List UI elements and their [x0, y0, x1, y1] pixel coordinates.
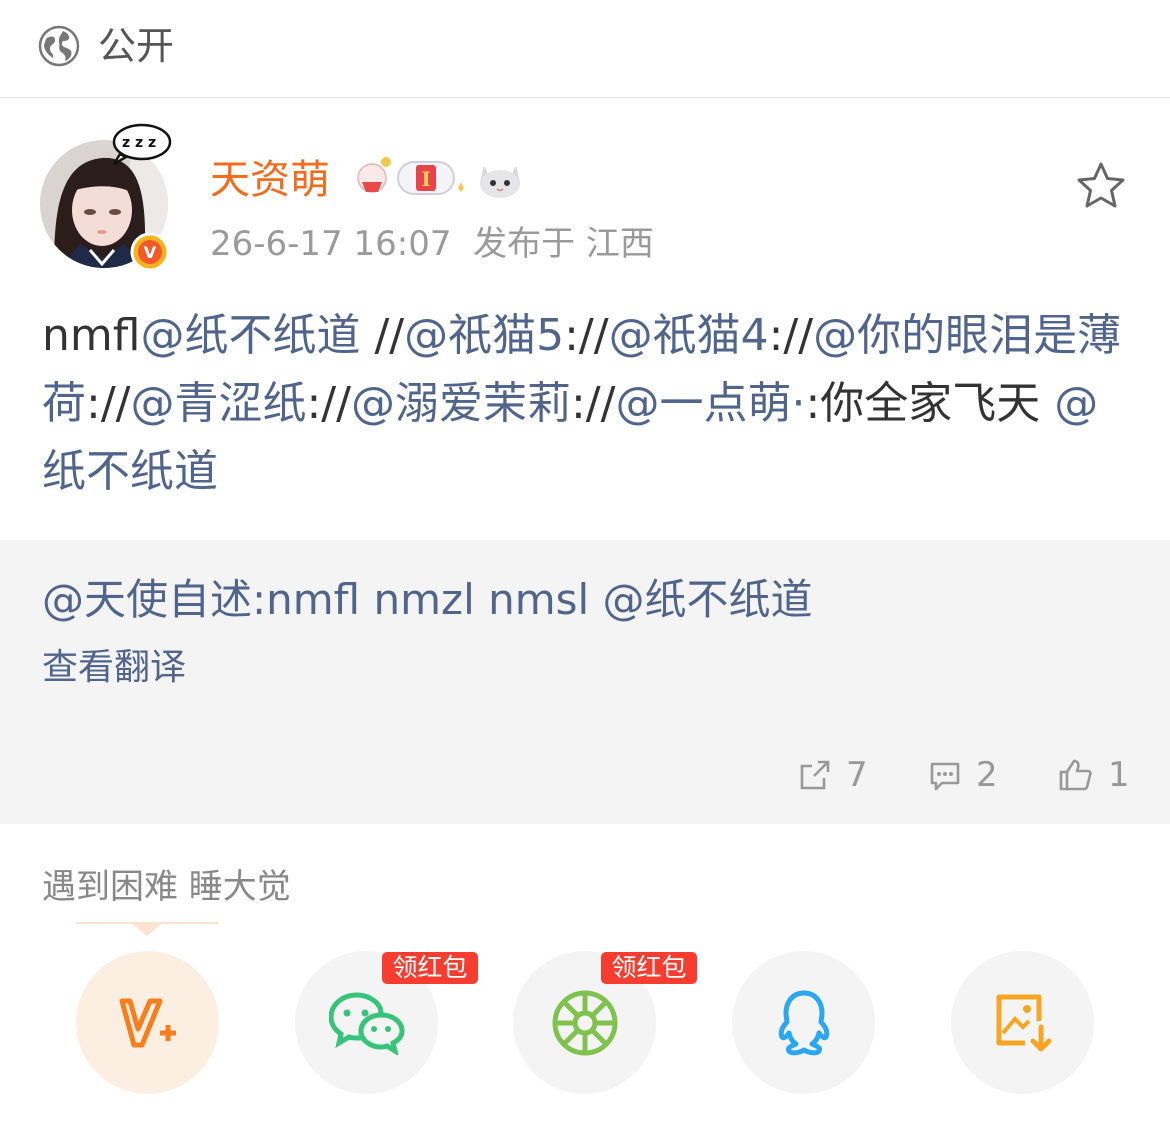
post-text-segment: :// — [768, 310, 814, 361]
share-weibo-button[interactable] — [76, 951, 219, 1094]
repost-icon — [800, 760, 830, 790]
holiday-badge — [357, 157, 391, 193]
mention-link[interactable]: @祇猫5 — [404, 310, 564, 361]
red-packet-tag: 领红包 — [601, 952, 697, 984]
post-meta: 26-6-17 16:07 发布于 江西 — [210, 218, 654, 270]
comment-icon — [930, 762, 960, 791]
post-text-segment: :// — [564, 310, 609, 361]
post-text-segment: :// — [306, 378, 351, 429]
post-time: 26-6-17 16:07 — [210, 224, 452, 264]
save-image-button[interactable] — [951, 951, 1094, 1094]
mention-link[interactable]: @祇猫4 — [609, 310, 769, 361]
weibo-v-plus-icon — [119, 998, 176, 1047]
view-translation-link[interactable]: 查看翻译 — [42, 640, 186, 696]
post-location: 发布于 江西 — [473, 224, 654, 264]
post-text-segment: :// — [570, 378, 616, 429]
avatar[interactable]: z z z V — [40, 123, 172, 272]
thumbs-up-icon — [1059, 759, 1092, 791]
user-signature: 遇到困难 睡大觉 — [42, 867, 291, 907]
repost-button[interactable]: 7 — [798, 752, 868, 798]
repost-count: 7 — [846, 755, 868, 795]
mention-link[interactable]: @青涩纸 — [130, 378, 306, 429]
verified-v-badge: V — [130, 232, 170, 272]
post-text-segment: nmfl — [42, 310, 141, 361]
visibility-label: 公开 — [98, 24, 175, 68]
quoted-post-text[interactable]: @天使自述:nmfl nmzl nmsl @纸不纸道 — [42, 570, 813, 630]
level-i-badge: I — [397, 161, 464, 195]
like-count: 1 — [1108, 755, 1130, 795]
mention-link[interactable]: @纸不纸道 — [140, 310, 360, 361]
svg-text:V: V — [144, 243, 157, 262]
post-text-segment: :你全家飞天 — [805, 378, 1055, 429]
svg-text:I: I — [421, 167, 430, 191]
globe-icon — [38, 25, 80, 67]
wechat-icon — [328, 992, 405, 1055]
moments-icon — [552, 990, 617, 1055]
user-badges[interactable]: I — [354, 152, 534, 202]
star-outline-icon[interactable] — [1074, 160, 1128, 212]
like-button[interactable]: 1 — [1058, 752, 1130, 798]
selected-indicator-arrow — [130, 922, 164, 936]
mention-link[interactable]: @一点萌· — [615, 378, 805, 429]
comment-button[interactable]: 2 — [928, 752, 998, 798]
post-text-segment: // — [360, 310, 405, 361]
qq-icon — [778, 990, 829, 1055]
sleep-bubble-icon: z z z — [112, 123, 172, 166]
share-qq-button[interactable] — [732, 951, 875, 1094]
save-image-icon — [996, 994, 1051, 1051]
comment-count: 2 — [976, 755, 998, 795]
svg-text:z z z: z z z — [122, 135, 156, 151]
visibility-bar[interactable]: 公开 — [0, 0, 1170, 98]
red-packet-tag: 领红包 — [382, 952, 478, 984]
post-text-segment: :// — [86, 378, 131, 429]
username[interactable]: 天资萌 — [210, 152, 330, 208]
cat-badge — [480, 166, 520, 198]
mention-link[interactable]: @溺爱茉莉 — [351, 378, 571, 429]
post-text: nmfl@纸不纸道 //@祇猫5://@祇猫4://@你的眼泪是薄荷://@青涩… — [42, 302, 1132, 506]
